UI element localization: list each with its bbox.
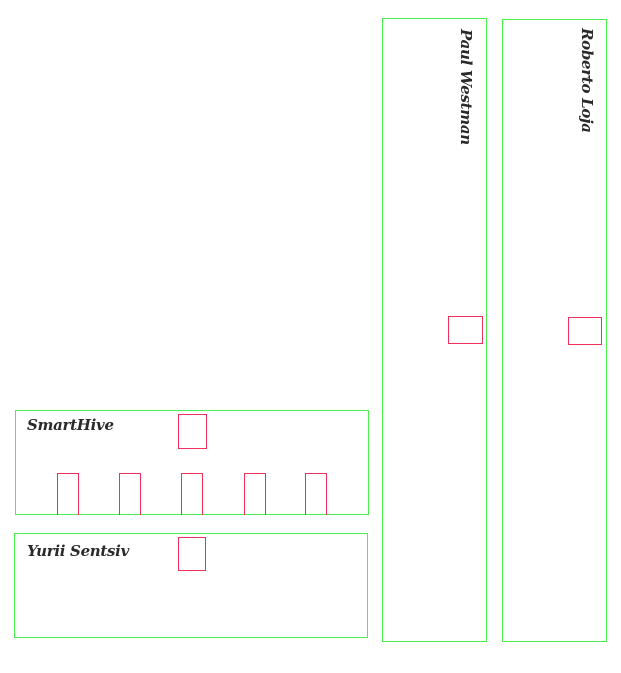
card-title: Roberto Loja: [578, 28, 596, 133]
slot-top[interactable]: [178, 537, 206, 571]
slot-top[interactable]: [178, 414, 207, 449]
slot-3[interactable]: [181, 473, 203, 515]
slot-5[interactable]: [305, 473, 327, 515]
card-title: Yurii Sentsiv: [27, 542, 130, 560]
slot-side[interactable]: [448, 316, 483, 344]
card-smarthive: SmartHive: [15, 410, 369, 515]
slot-side[interactable]: [568, 317, 602, 345]
card-yurii-sentsiv: Yurii Sentsiv: [14, 533, 368, 638]
card-paul-westman: Paul Westman: [382, 18, 487, 642]
card-title: Paul Westman: [457, 29, 475, 145]
slot-1[interactable]: [57, 473, 79, 515]
slot-2[interactable]: [119, 473, 141, 515]
slot-4[interactable]: [244, 473, 266, 515]
card-roberto-loja: Roberto Loja: [502, 19, 607, 642]
card-title: SmartHive: [27, 416, 114, 434]
